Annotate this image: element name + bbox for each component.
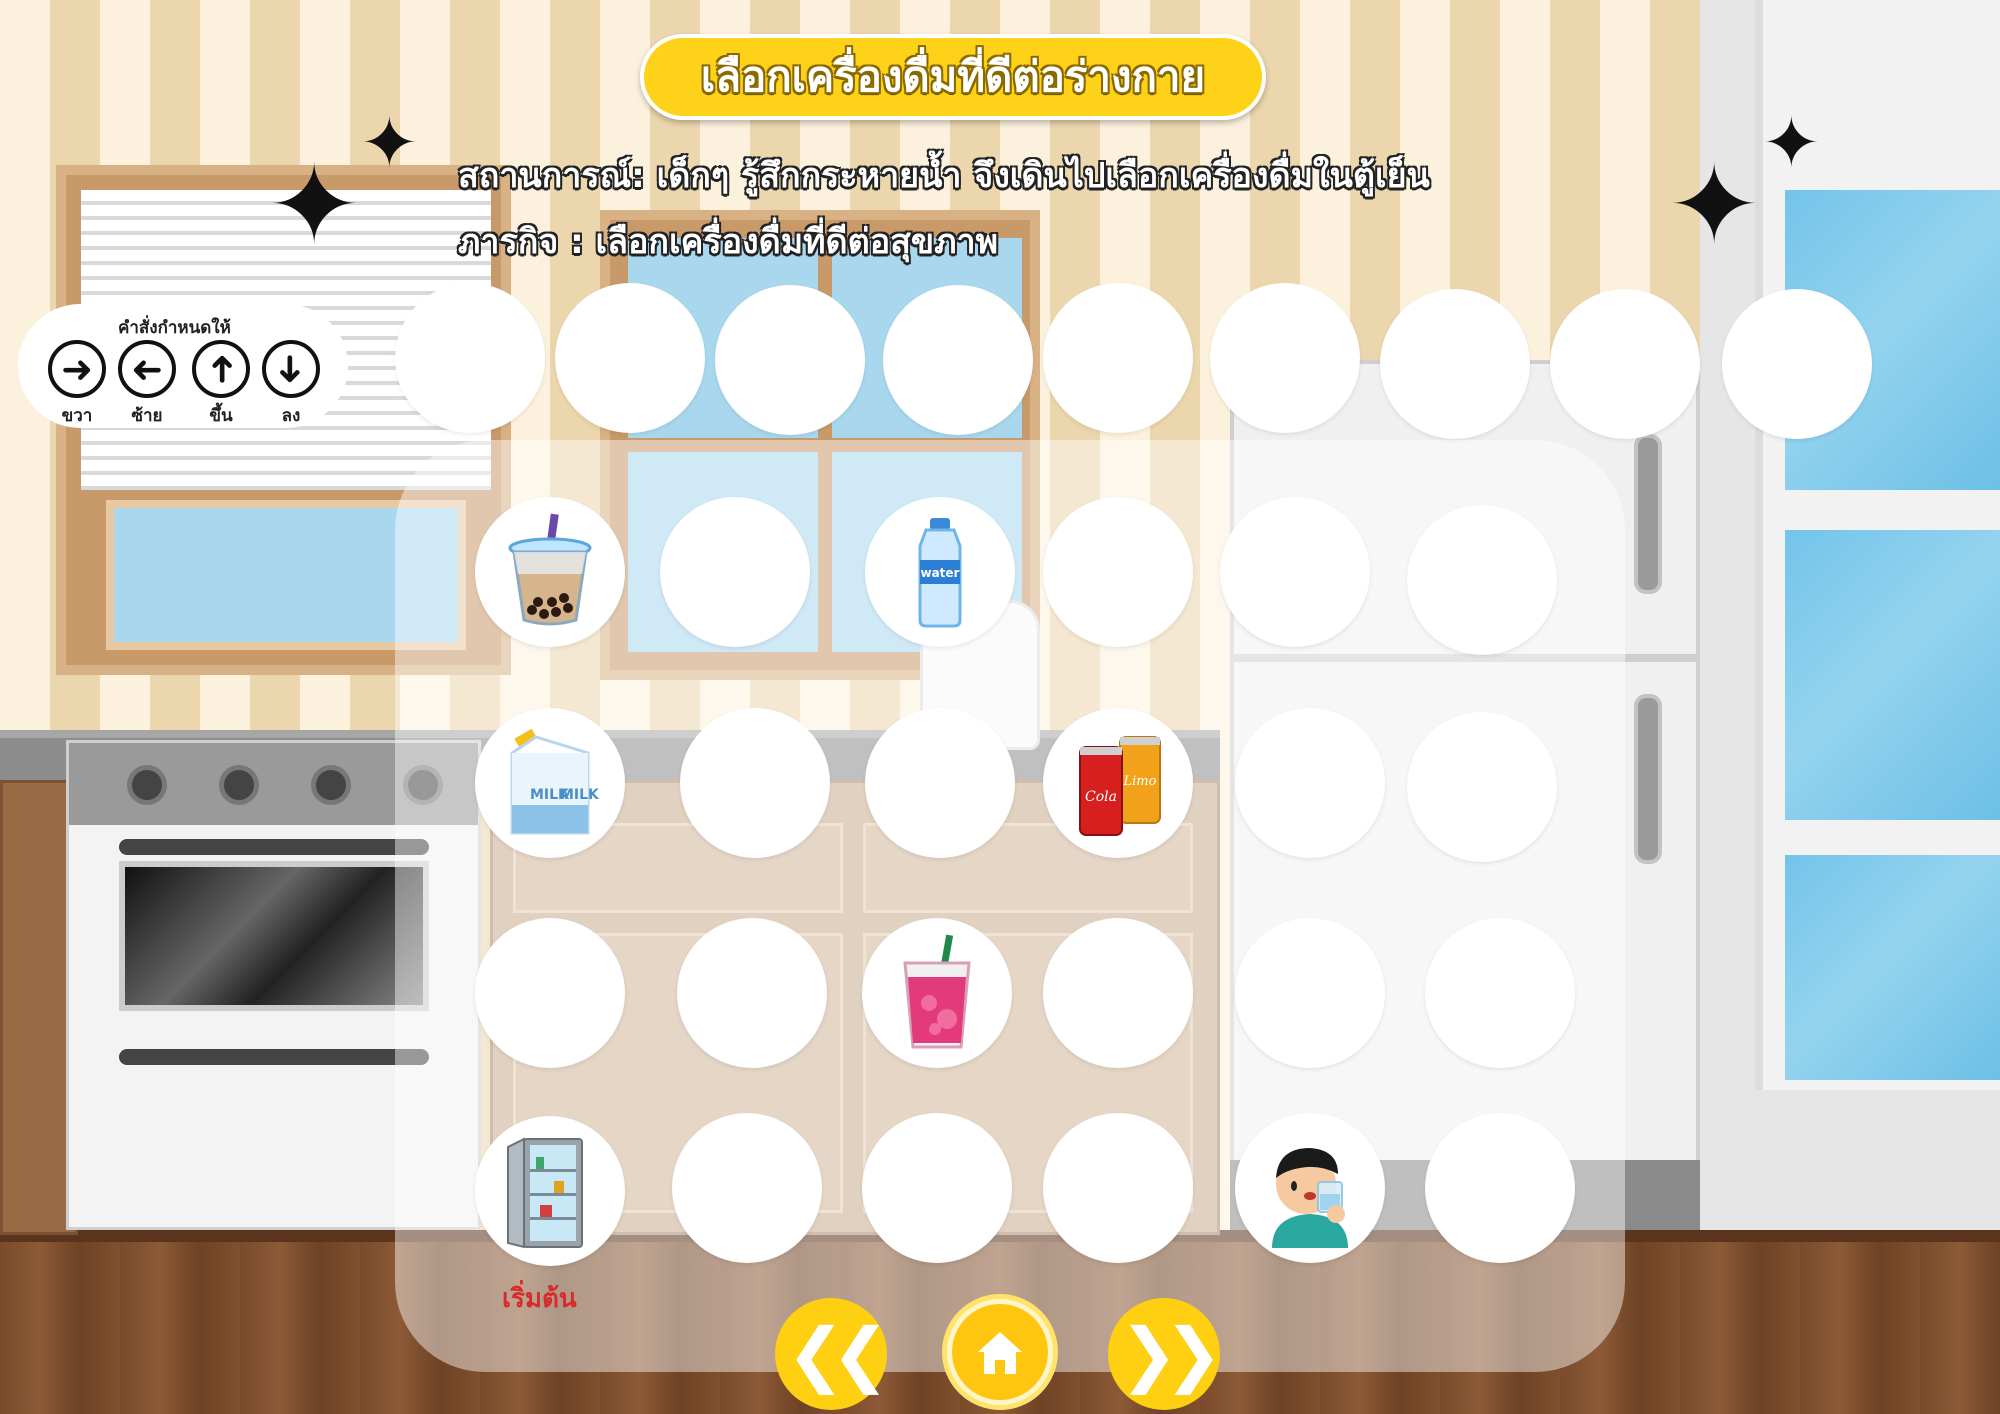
board-cell-water[interactable]: water — [865, 497, 1015, 647]
arrow-left-icon: ➜ — [118, 340, 176, 398]
board-cell[interactable] — [1425, 918, 1575, 1068]
page-title-text: เลือกเครื่องดื่มที่ดีต่อร่างกาย — [700, 52, 1206, 101]
answer-slot-6[interactable] — [1210, 283, 1360, 433]
arrow-right-icon: ➜ — [48, 340, 106, 398]
pink-drink-icon — [903, 934, 971, 1049]
milk-label-right: MILK — [560, 787, 600, 803]
next-button[interactable]: ❯❯ — [1108, 1298, 1223, 1410]
board-cell[interactable] — [1043, 1113, 1193, 1263]
milk-carton-icon: MILK MILK — [510, 728, 600, 835]
home-icon — [978, 1332, 1022, 1374]
scenario-situation: สถานการณ์: เด็กๆ รู้สึกกระหายน้ำ จึงเดิน… — [458, 156, 1430, 196]
command-label-up: ขึ้น — [209, 406, 233, 426]
arrow-up-icon: ➜ — [192, 340, 250, 398]
board-cell[interactable] — [1235, 708, 1385, 858]
water-bottle-icon: water — [918, 518, 962, 628]
board-cell[interactable] — [660, 497, 810, 647]
board-cell[interactable] — [475, 918, 625, 1068]
board-cell[interactable] — [865, 708, 1015, 858]
answer-slot-3[interactable] — [715, 285, 865, 435]
fridge-icon — [507, 1137, 583, 1249]
command-label-right: ขวา — [61, 406, 93, 426]
board-cell[interactable] — [1425, 1113, 1575, 1263]
board-cell[interactable] — [1407, 505, 1557, 655]
water-label: water — [921, 566, 960, 580]
cola-label: Cola — [1085, 789, 1117, 805]
board-cell[interactable] — [680, 708, 830, 858]
answer-slot-1[interactable] — [395, 283, 545, 433]
double-chevron-left-icon: ❮❮ — [786, 1313, 889, 1395]
start-label: เริ่มต้น — [502, 1284, 577, 1314]
board-cell[interactable] — [677, 918, 827, 1068]
answer-slot-5[interactable] — [1043, 283, 1193, 433]
soda-cans-icon: Limo Cola — [1079, 736, 1161, 836]
scenario-mission: ภารกิจ : เลือกเครื่องดื่มที่ดีต่อสุขภาพ — [458, 222, 999, 262]
arrow-down-icon: ➜ — [262, 340, 320, 398]
board-cell-soda[interactable]: Limo Cola — [1043, 708, 1193, 858]
answer-slot-4[interactable] — [883, 285, 1033, 435]
limo-label: Limo — [1123, 774, 1157, 789]
board-cell[interactable] — [672, 1113, 822, 1263]
board-cell-boy[interactable] — [1235, 1113, 1385, 1263]
board-cell[interactable] — [1220, 497, 1370, 647]
answer-slot-9[interactable] — [1722, 289, 1872, 439]
double-chevron-right-icon: ❯❯ — [1119, 1313, 1222, 1395]
home-button[interactable] — [942, 1294, 1058, 1410]
board-cell-bubble-tea[interactable] — [475, 497, 625, 647]
command-legend-title: คำสั่งกำหนดให้ — [118, 318, 231, 338]
answer-slot-8[interactable] — [1550, 289, 1700, 439]
sparkle-icon: ✦ — [360, 102, 419, 184]
sparkle-icon: ✦ — [1762, 102, 1821, 184]
answer-slot-7[interactable] — [1380, 289, 1530, 439]
command-legend: คำสั่งกำหนดให้ ➜ ขวา ➜ ซ้าย ➜ ขึ้น ➜ ลง — [18, 304, 348, 428]
board-cell-milk[interactable]: MILK MILK — [475, 708, 625, 858]
board-cell[interactable] — [1043, 497, 1193, 647]
prev-button[interactable]: ❮❮ — [775, 1298, 890, 1410]
page-title: เลือกเครื่องดื่มที่ดีต่อร่างกาย — [640, 34, 1266, 120]
board-cell-pink-drink[interactable] — [862, 918, 1012, 1068]
board-cell[interactable] — [862, 1113, 1012, 1263]
boy-drinking-icon — [1272, 1148, 1348, 1248]
sparkle-icon: ✦ — [1668, 141, 1761, 269]
board-cell[interactable] — [1235, 918, 1385, 1068]
bubble-tea-icon — [508, 513, 592, 626]
board-cell-fridge[interactable] — [475, 1116, 625, 1266]
command-label-down: ลง — [281, 406, 301, 426]
sparkle-icon: ✦ — [268, 141, 361, 269]
answer-slot-2[interactable] — [555, 283, 705, 433]
command-label-left: ซ้าย — [131, 406, 163, 426]
board-cell[interactable] — [1407, 712, 1557, 862]
board-cell[interactable] — [1043, 918, 1193, 1068]
